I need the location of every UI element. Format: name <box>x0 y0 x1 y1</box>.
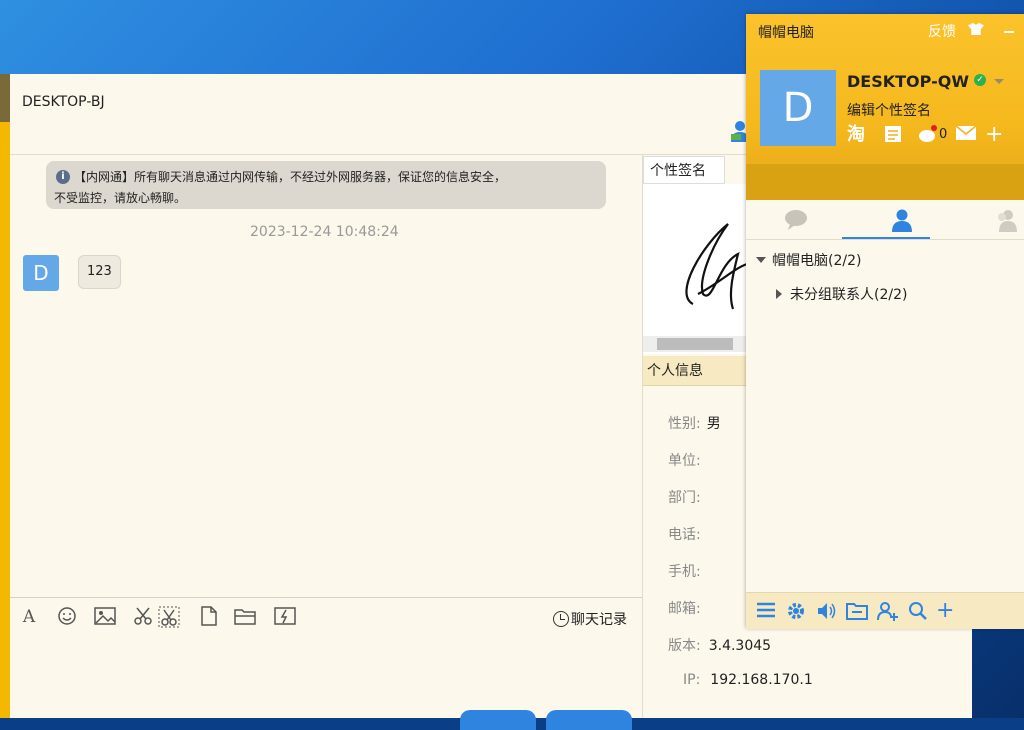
tabs-divider <box>746 239 1024 240</box>
scroll-thumb[interactable] <box>657 338 733 350</box>
status-dropdown-icon[interactable] <box>994 79 1004 84</box>
tab-personal-info[interactable]: 个人信息 <box>643 356 747 386</box>
info-icon: i <box>56 170 70 184</box>
menu-icon[interactable] <box>756 601 776 624</box>
tab-signature[interactable]: 个性签名 <box>643 156 725 184</box>
subgroup-label: 未分组联系人(2/2) <box>790 287 908 303</box>
chat-title: DESKTOP-BJ <box>22 94 105 110</box>
history-label: 聊天记录 <box>571 612 627 628</box>
info-ip: IP: 192.168.170.1 <box>683 672 813 688</box>
font-icon[interactable]: A <box>18 606 40 628</box>
user-name: DESKTOP-QW <box>847 72 969 91</box>
info-phone: 电话: <box>668 527 701 543</box>
online-status-icon[interactable]: ✓ <box>974 74 986 86</box>
scissors-icon[interactable] <box>132 606 154 628</box>
chat-history-button[interactable]: 聊天记录 <box>553 609 627 629</box>
notice-line-1: 【内网通】所有聊天消息通过内网传输，不经过外网服务器，保证您的信息安全， <box>74 170 507 184</box>
subgroup-row[interactable]: 未分组联系人(2/2) <box>776 284 907 304</box>
add-contact-icon[interactable] <box>876 601 900 626</box>
window-accent-bar <box>0 74 10 718</box>
close-button[interactable] <box>460 710 536 730</box>
more-add-icon[interactable]: + <box>936 600 954 622</box>
tab-messages[interactable] <box>784 208 808 232</box>
info-mobile: 手机: <box>668 564 701 580</box>
signature-scrollbar[interactable] <box>643 336 747 352</box>
expand-right-icon <box>776 289 782 299</box>
image-icon[interactable] <box>94 606 116 628</box>
shake-icon[interactable] <box>274 606 296 628</box>
clock-icon <box>553 611 569 627</box>
app-title: 帽帽电脑 <box>758 25 814 41</box>
taobao-icon[interactable]: 淘 <box>847 124 865 146</box>
message-bubble: 123 <box>78 255 121 289</box>
info-unit: 单位: <box>668 453 701 469</box>
signature-image <box>643 184 748 354</box>
shared-folder-icon[interactable] <box>846 601 868 626</box>
expand-down-icon <box>756 257 766 263</box>
tab-groups[interactable] <box>994 208 1018 232</box>
info-version: 版本: 3.4.3045 <box>668 638 772 654</box>
emoji-icon[interactable] <box>56 606 78 628</box>
input-divider <box>10 597 642 598</box>
mail-icon[interactable] <box>955 124 977 148</box>
add-icon[interactable]: + <box>985 124 1003 146</box>
group-label: 帽帽电脑(2/2) <box>772 253 862 269</box>
volume-icon[interactable] <box>816 601 838 626</box>
tab-contacts[interactable] <box>890 208 914 232</box>
info-email: 邮箱: <box>668 601 701 617</box>
piggy-icon[interactable] <box>917 124 939 150</box>
notice-line-2: 不受监控，请放心畅聊。 <box>54 191 187 205</box>
message-timestamp: 2023-12-24 10:48:24 <box>250 224 399 240</box>
group-row[interactable]: 帽帽电脑(2/2) <box>756 250 861 270</box>
search-icon[interactable] <box>908 601 928 626</box>
security-notice: i 【内网通】所有聊天消息通过内网传输，不经过外网服务器，保证您的信息安全， 不… <box>46 161 606 209</box>
sender-avatar[interactable]: D <box>23 255 59 291</box>
settings-icon[interactable] <box>786 601 806 626</box>
signature-edit[interactable]: 编辑个性签名 <box>847 100 931 120</box>
bottom-toolbar: + <box>746 592 1024 629</box>
notification-count: 0 <box>939 127 948 142</box>
notes-icon[interactable] <box>883 124 903 150</box>
folder-icon[interactable] <box>234 606 256 628</box>
contacts-tabs <box>746 200 1024 240</box>
send-button[interactable] <box>546 710 632 730</box>
message-area[interactable]: i 【内网通】所有聊天消息通过内网传输，不经过外网服务器，保证您的信息安全， 不… <box>10 155 642 597</box>
file-icon[interactable] <box>198 606 220 628</box>
info-department: 部门: <box>668 490 701 506</box>
screenshot-icon[interactable] <box>158 606 180 628</box>
minimize-icon[interactable] <box>1004 31 1014 33</box>
header-band <box>746 164 1024 200</box>
window-accent-top <box>0 74 10 122</box>
info-gender: 性别: 男 <box>668 416 721 432</box>
feedback-link[interactable]: 反馈 <box>928 21 956 41</box>
contacts-window: 帽帽电脑 反馈 D DESKTOP-QW ✓ 编辑个性签名 淘 0 + 帽帽电脑… <box>746 14 1024 629</box>
user-avatar[interactable]: D <box>760 70 836 146</box>
